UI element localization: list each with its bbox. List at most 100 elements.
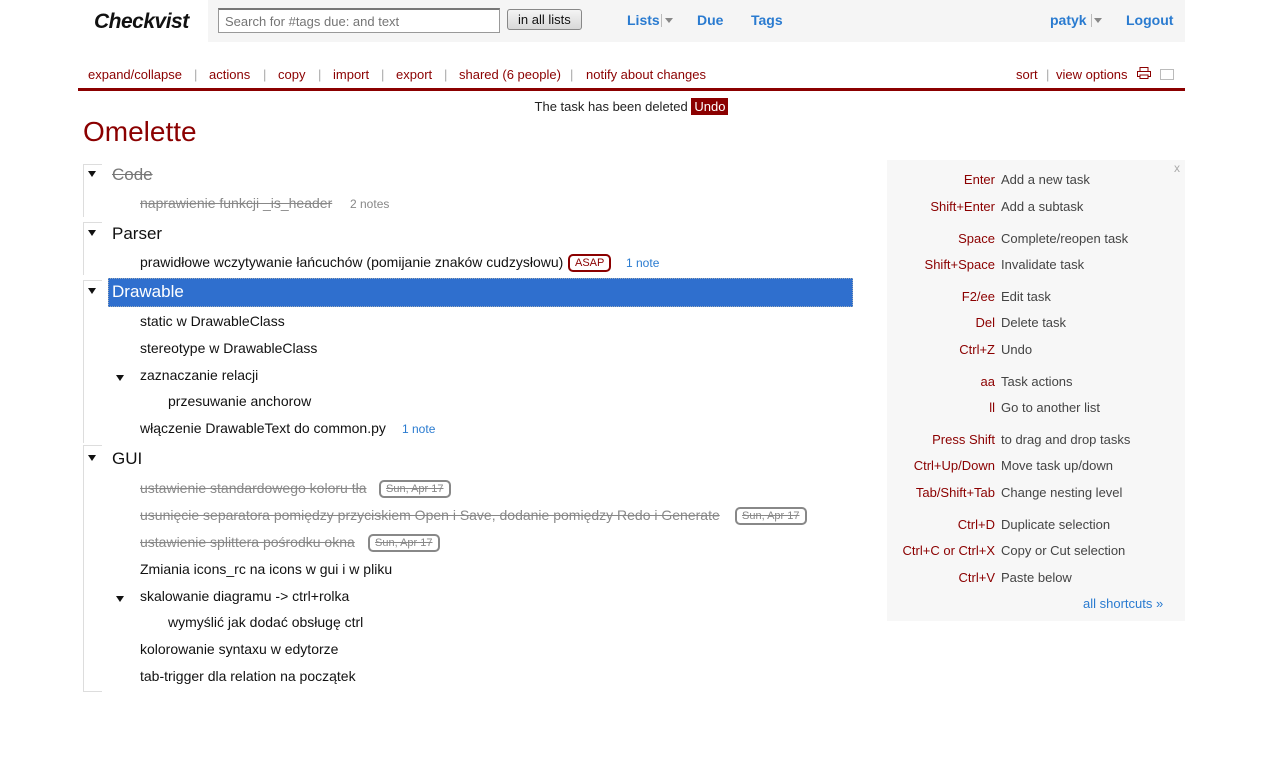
nav-tags[interactable]: Tags: [751, 12, 783, 28]
shortcut-key: Enter: [963, 172, 995, 187]
task-item[interactable]: ustawienie splittera pośrodku okna: [140, 534, 355, 550]
shortcut-key: Ctrl+Z: [959, 342, 995, 357]
group-border: [83, 445, 102, 692]
task-item[interactable]: static w DrawableClass: [140, 313, 285, 329]
task-item[interactable]: tab-trigger dla relation na początek: [140, 668, 356, 684]
export-link[interactable]: export: [396, 67, 432, 82]
collapse-icon[interactable]: [88, 288, 96, 294]
collapse-icon[interactable]: [88, 455, 96, 461]
task-item[interactable]: naprawienie funkcji _is_header: [140, 195, 332, 211]
group-border: [83, 280, 102, 443]
task-item[interactable]: zaznaczanie relacji: [140, 367, 258, 383]
list-title[interactable]: Omelette: [83, 116, 197, 148]
shortcut-description: Delete task: [1001, 315, 1067, 330]
shortcut-description: Add a subtask: [1001, 199, 1084, 214]
logo-area: Checkvist: [78, 0, 208, 42]
shortcut-description: Copy or Cut selection: [1001, 543, 1126, 558]
shortcut-key: Press Shift: [932, 432, 995, 447]
shared-link[interactable]: shared (6 people): [459, 67, 561, 82]
toolbar-separator: |: [381, 67, 385, 82]
task-item[interactable]: stereotype w DrawableClass: [140, 340, 317, 356]
shortcut-description: Change nesting level: [1001, 485, 1123, 500]
nav-due[interactable]: Due: [697, 12, 723, 28]
shortcut-key: Tab/Shift+Tab: [915, 485, 995, 500]
toolbar-separator: |: [444, 67, 448, 82]
task-group-title[interactable]: Code: [112, 165, 153, 185]
note-link[interactable]: 1 note: [402, 422, 435, 436]
shortcuts-panel: x Enter Add a new task Shift+Enter Add a…: [887, 160, 1185, 621]
task-item[interactable]: włączenie DrawableText do common.py: [140, 420, 386, 436]
logout-link[interactable]: Logout: [1126, 12, 1173, 28]
view-options-link[interactable]: view options: [1056, 67, 1128, 82]
task-item[interactable]: kolorowanie syntaxu w edytorze: [140, 641, 338, 657]
toolbar-separator: |: [263, 67, 267, 82]
actions-link[interactable]: actions: [209, 67, 250, 82]
copy-link[interactable]: copy: [278, 67, 305, 82]
shortcut-key: Shift+Enter: [930, 199, 995, 214]
shortcut-description: Undo: [1001, 342, 1033, 357]
sort-link[interactable]: sort: [1016, 67, 1038, 82]
shortcut-description: Move task up/down: [1001, 458, 1114, 473]
toolbar-separator: |: [318, 67, 322, 82]
shortcut-description: Complete/reopen task: [1001, 231, 1129, 246]
collapse-icon[interactable]: [88, 171, 96, 177]
collapse-icon[interactable]: [88, 230, 96, 236]
close-icon[interactable]: x: [1174, 161, 1180, 175]
shortcut-description: Duplicate selection: [1001, 517, 1111, 532]
task-item[interactable]: usunięcie separatora pomiędzy przyciskie…: [140, 507, 720, 523]
task-group-title[interactable]: Parser: [112, 224, 162, 244]
shortcut-key: aa: [980, 374, 995, 389]
import-link[interactable]: import: [333, 67, 369, 82]
lists-dropdown-icon[interactable]: [665, 18, 673, 23]
due-date-badge[interactable]: Sun, Apr 17: [368, 534, 440, 552]
user-menu[interactable]: patyk: [1050, 12, 1087, 28]
due-date-badge[interactable]: Sun, Apr 17: [735, 507, 807, 525]
notes-count[interactable]: 2 notes: [350, 197, 389, 211]
shortcut-key: Ctrl+C or Ctrl+X: [902, 543, 995, 558]
task-item[interactable]: Zmiania icons_rc na icons w gui i w plik…: [140, 561, 392, 577]
print-icon[interactable]: [1137, 67, 1151, 79]
task-item[interactable]: wymyślić jak dodać obsługę ctrl: [168, 614, 363, 630]
shortcut-description: Task actions: [1001, 374, 1073, 389]
tag-badge[interactable]: ASAP: [568, 254, 612, 272]
task-group-title[interactable]: Drawable: [112, 282, 184, 302]
search-all-lists-button[interactable]: in all lists: [507, 9, 582, 30]
user-dropdown-icon[interactable]: [1094, 18, 1102, 23]
user-divider: [1091, 14, 1092, 27]
shortcut-key: Ctrl+V: [958, 570, 995, 585]
due-date-badge[interactable]: Sun, Apr 17: [379, 480, 451, 498]
nav-lists[interactable]: Lists: [627, 12, 660, 28]
shortcut-key: Ctrl+D: [957, 517, 995, 532]
shortcut-description: to drag and drop tasks: [1001, 432, 1131, 447]
task-item[interactable]: prawidłowe wczytywanie łańcuchów (pomija…: [140, 254, 563, 270]
notify-link[interactable]: notify about changes: [586, 67, 706, 82]
shortcut-key: F2/ee: [961, 289, 995, 304]
task-item[interactable]: przesuwanie anchorow: [168, 393, 311, 409]
search-input[interactable]: [218, 8, 500, 33]
collapse-icon[interactable]: [116, 375, 124, 381]
top-header: Checkvist in all lists Lists Due Tags pa…: [78, 0, 1185, 42]
shortcut-key: ll: [989, 400, 995, 415]
message-text: The task has been deleted: [534, 99, 688, 114]
all-shortcuts-link[interactable]: all shortcuts »: [1083, 596, 1163, 611]
shortcut-description: Paste below: [1001, 570, 1072, 585]
shortcut-description: Invalidate task: [1001, 257, 1085, 272]
task-item[interactable]: skalowanie diagramu -> ctrl+rolka: [140, 588, 349, 604]
logo[interactable]: Checkvist: [94, 10, 189, 34]
undo-button[interactable]: Undo: [691, 98, 729, 115]
task-item[interactable]: ustawienie standardowego koloru tła: [140, 480, 366, 496]
note-link[interactable]: 1 note: [626, 256, 659, 270]
status-message: The task has been deleted Undo: [0, 98, 1263, 115]
expand-collapse-link[interactable]: expand/collapse: [88, 67, 182, 82]
toolbar-separator: |: [194, 67, 198, 82]
shortcut-description: Go to another list: [1001, 400, 1100, 415]
shortcut-description: Edit task: [1001, 289, 1051, 304]
collapse-icon[interactable]: [116, 596, 124, 602]
mail-icon[interactable]: [1160, 69, 1174, 80]
list-toolbar: expand/collapse | actions | copy | impor…: [78, 64, 1185, 91]
shortcut-key: Del: [975, 315, 995, 330]
selected-task-row[interactable]: [108, 278, 853, 307]
shortcut-description: Add a new task: [1001, 172, 1090, 187]
task-group-title[interactable]: GUI: [112, 449, 142, 469]
shortcut-key: Ctrl+Up/Down: [913, 458, 995, 473]
